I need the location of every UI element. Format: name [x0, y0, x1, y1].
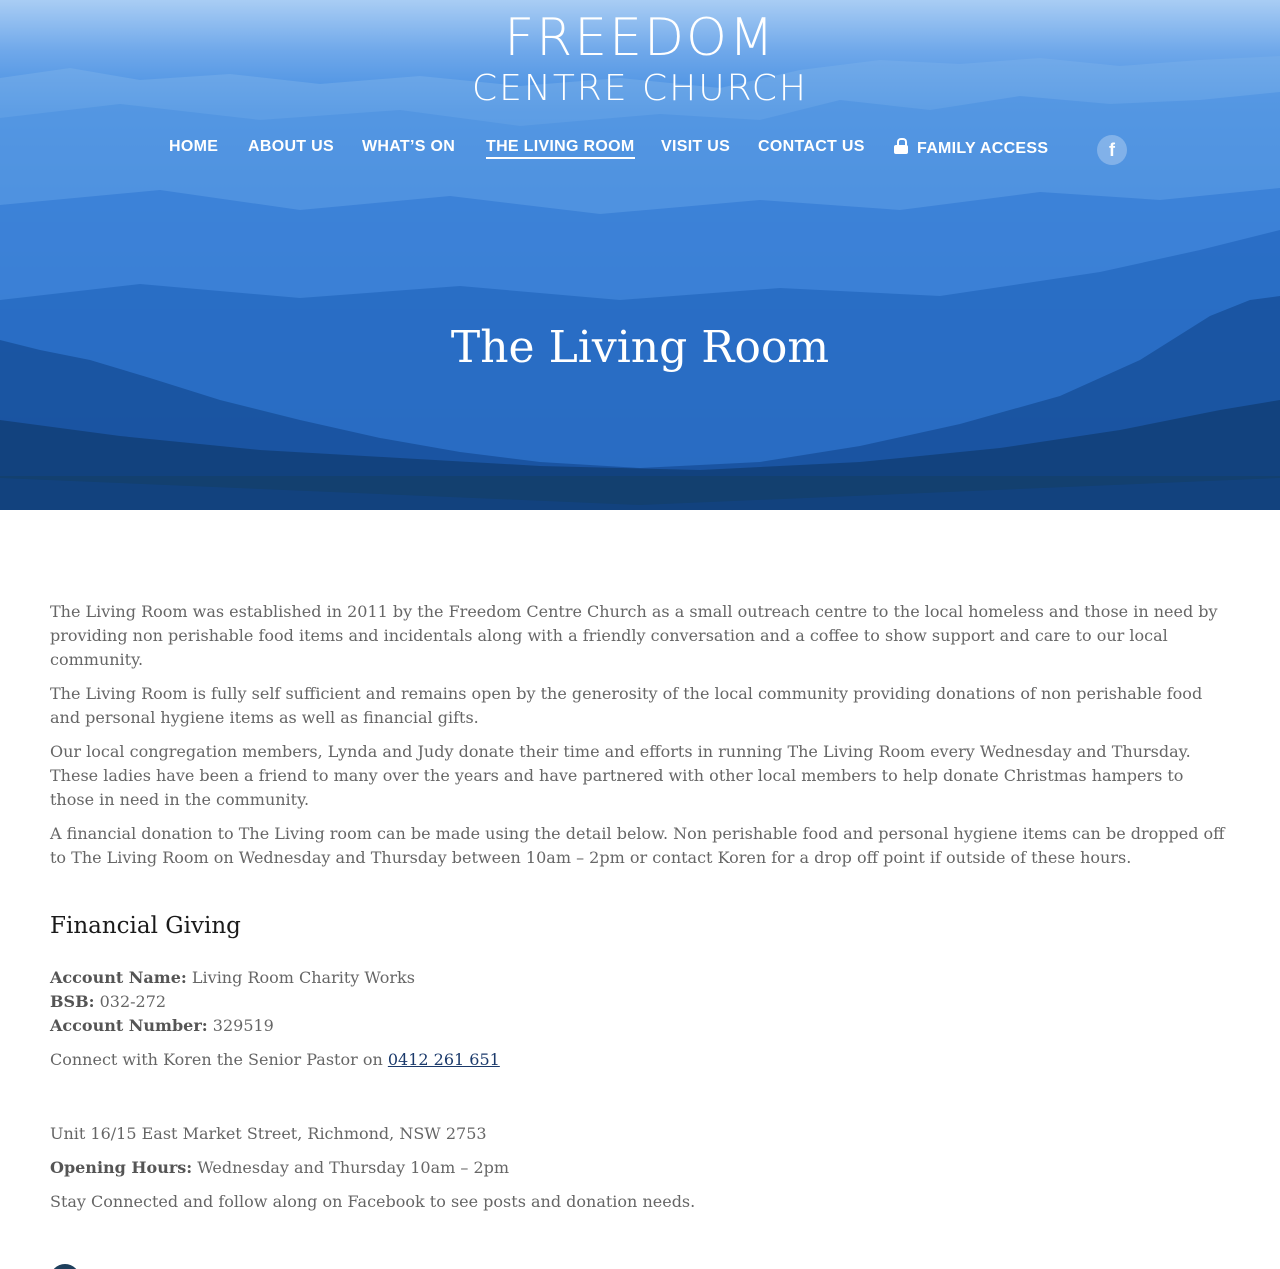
bsb-label: BSB:: [50, 992, 95, 1011]
opening-hours-value: Wednesday and Thursday 10am – 2pm: [197, 1158, 510, 1177]
self-sufficient-paragraph: The Living Room is fully self sufficient…: [50, 684, 1203, 727]
account-name-value: Living Room Charity Works: [191, 968, 415, 987]
nav-family-access-label: FAMILY ACCESS: [917, 140, 1049, 157]
account-name-line: Account Name: Living Room Charity Works: [50, 966, 1225, 990]
donation-paragraph: A financial donation to The Living room …: [50, 824, 1225, 867]
connect-text: Connect with Koren the Senior Pastor on: [50, 1050, 383, 1069]
nav-whats-on[interactable]: WHAT’S ON: [362, 138, 455, 156]
nav-the-living-room[interactable]: THE LIVING ROOM: [486, 138, 635, 159]
page-title: The Living Room: [450, 322, 830, 373]
facebook-icon[interactable]: f: [1097, 135, 1127, 165]
phone-link[interactable]: 0412 261 651: [388, 1050, 500, 1069]
account-number-value: 329519: [212, 1016, 274, 1035]
intro-paragraph: The Living Room was established in 2011 …: [50, 602, 1218, 669]
financial-giving-heading: Financial Giving: [50, 913, 241, 939]
account-name-label: Account Name:: [50, 968, 187, 987]
address-line: Unit 16/15 East Market Street, Richmond,…: [50, 1124, 487, 1143]
account-number-line: Account Number: 329519: [50, 1014, 1225, 1038]
opening-hours-label: Opening Hours:: [50, 1158, 193, 1177]
stay-connected-line: Stay Connected and follow along on Faceb…: [50, 1192, 696, 1211]
nav-about-us[interactable]: ABOUT US: [248, 138, 334, 156]
main-navigation: HOME ABOUT US WHAT’S ON THE LIVING ROOM …: [0, 138, 1280, 162]
bsb-line: BSB: 032-272: [50, 990, 1225, 1014]
logo-line-centre-church[interactable]: CENTRE CHURCH: [0, 68, 1280, 109]
nav-contact-us[interactable]: CONTACT US: [758, 138, 865, 156]
opening-hours-line: Opening Hours: Wednesday and Thursday 10…: [50, 1156, 1225, 1180]
lock-icon: [894, 138, 908, 154]
nav-home[interactable]: HOME: [169, 138, 218, 156]
account-details: Account Name: Living Room Charity Works …: [50, 966, 1225, 1038]
bsb-value: 032-272: [99, 992, 167, 1011]
main-content: The Living Room was established in 2011 …: [50, 600, 1225, 1224]
nav-family-access[interactable]: FAMILY ACCESS: [894, 138, 1048, 158]
section-divider-shape: [0, 476, 1280, 505]
connect-line: Connect with Koren the Senior Pastor on …: [50, 1048, 1225, 1072]
account-number-label: Account Number:: [50, 1016, 208, 1035]
volunteers-paragraph: Our local congregation members, Lynda an…: [50, 742, 1191, 809]
nav-visit-us[interactable]: VISIT US: [661, 138, 730, 156]
facebook-round-icon[interactable]: [50, 1264, 80, 1269]
logo-line-freedom[interactable]: FREEDOM: [0, 8, 1280, 68]
hero-banner: FREEDOM CENTRE CHURCH HOME ABOUT US WHAT…: [0, 0, 1280, 510]
